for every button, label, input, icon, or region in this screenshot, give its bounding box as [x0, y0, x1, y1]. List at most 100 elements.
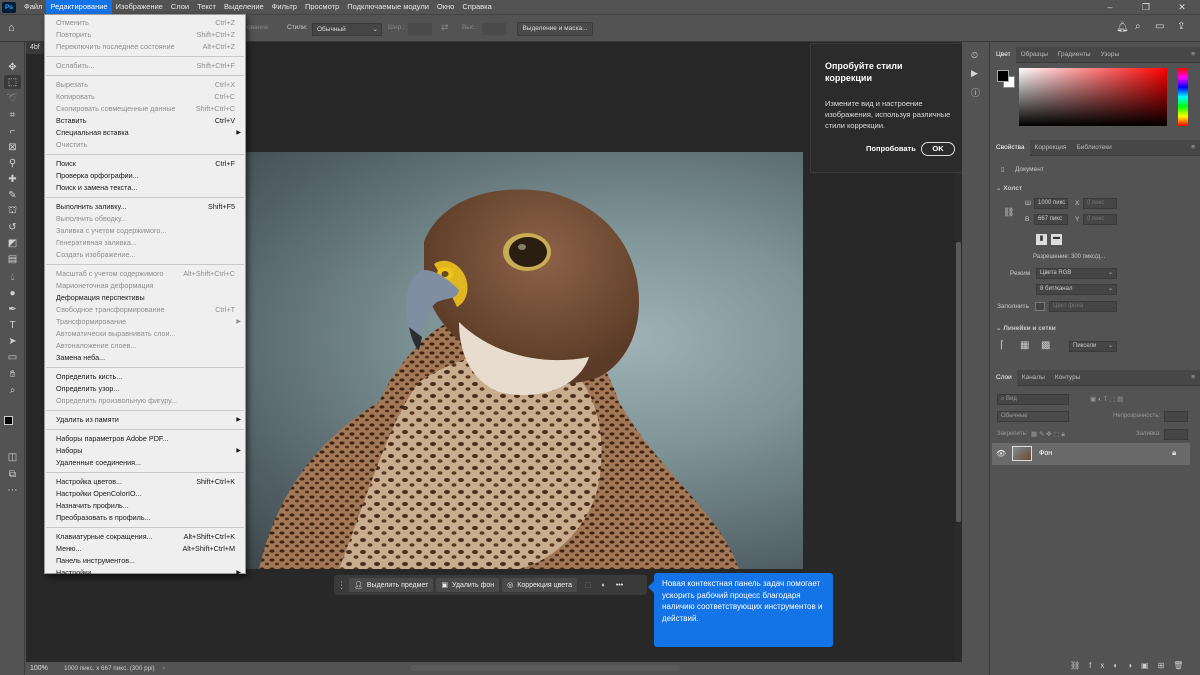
height-input[interactable]: [482, 23, 506, 35]
link-icon[interactable]: ⛓: [1003, 207, 1014, 218]
tab-adjustments[interactable]: Коррекция: [1030, 140, 1072, 156]
eyedropper-icon[interactable]: ⚲: [4, 156, 21, 170]
crop-tool-icon[interactable]: ⌐: [4, 124, 21, 138]
hue-slider[interactable]: [1178, 68, 1188, 126]
remove-background-button[interactable]: ▣ Удалить фон: [436, 578, 500, 592]
minimize-icon[interactable]: –: [1092, 0, 1128, 14]
horizontal-scrollbar[interactable]: [410, 665, 680, 671]
select-and-mask-button[interactable]: Выделение и маска...: [517, 22, 593, 36]
foreground-color-swatch[interactable]: [4, 416, 13, 425]
canvas-x-field[interactable]: 0 пикс: [1083, 198, 1117, 209]
edit-toolbar-icon[interactable]: ⋯: [4, 483, 21, 497]
history-brush-icon[interactable]: ↺: [4, 220, 21, 234]
layer-filter-select[interactable]: ⌕ Вид: [997, 394, 1069, 405]
gradient-tool-icon[interactable]: ▤: [4, 252, 21, 266]
bell-icon[interactable]: 🔔︎: [1116, 22, 1129, 33]
blend-mode-select[interactable]: Обычные: [997, 411, 1069, 422]
edit-menu-item[interactable]: Настройка цветов... Shift+Ctrl+K: [45, 476, 245, 488]
layer-row[interactable]: 👁︎ Фон 🔒︎: [992, 443, 1190, 465]
color-correction-button[interactable]: ◎ Коррекция цвета: [502, 578, 577, 592]
menu-plugins[interactable]: Подключаемые модули: [343, 0, 433, 14]
tab-channels[interactable]: Каналы: [1017, 370, 1050, 386]
actions-panel-icon[interactable]: ▶: [971, 68, 978, 79]
edit-menu-item[interactable]: Удалить из памяти ▶: [45, 414, 245, 426]
canvas-width-field[interactable]: 1000 пикс: [1034, 198, 1068, 209]
menu-type[interactable]: Текст: [193, 0, 220, 14]
edit-menu-item[interactable]: Панель инструментов...: [45, 555, 245, 567]
try-button[interactable]: Попробовать: [866, 144, 916, 153]
close-icon[interactable]: ✕: [1164, 0, 1200, 14]
guides-icon[interactable]: ▩: [1041, 340, 1050, 351]
edit-menu-item[interactable]: Меню... Alt+Shift+Ctrl+M: [45, 543, 245, 555]
clone-stamp-icon[interactable]: ⛫: [4, 204, 21, 218]
status-arrow-icon[interactable]: ›: [163, 665, 165, 672]
quick-mask-icon[interactable]: ◫: [4, 450, 21, 464]
select-subject-button[interactable]: 👤︎ Выделить предмет: [349, 578, 434, 592]
edit-menu-item[interactable]: Наборы параметров Adobe PDF...: [45, 433, 245, 445]
dodge-tool-icon[interactable]: ●: [4, 286, 21, 300]
panel-menu-icon[interactable]: ≡: [1186, 370, 1200, 386]
screen-mode-icon[interactable]: ⧉: [4, 467, 21, 481]
fg-color-swatch[interactable]: [997, 70, 1009, 82]
path-selection-icon[interactable]: ➤: [4, 334, 21, 348]
share-icon[interactable]: ⇪: [1177, 21, 1185, 32]
edit-menu-item[interactable]: Выполнить заливку... Shift+F5: [45, 201, 245, 213]
transform-icon[interactable]: ⬚: [585, 581, 592, 589]
fill-color-swatch[interactable]: [1035, 302, 1045, 311]
edit-menu-item[interactable]: Определить кисть...: [45, 371, 245, 383]
tab-color[interactable]: Цвет: [991, 46, 1016, 63]
filter-icons[interactable]: ▣ ◐ T ⬚ ▤: [1090, 395, 1123, 403]
type-tool-icon[interactable]: T: [4, 318, 21, 332]
menu-view[interactable]: Просмотр: [301, 0, 343, 14]
edit-menu-item[interactable]: Клавиатурные сокращения... Alt+Shift+Ctrl…: [45, 531, 245, 543]
edit-menu-item[interactable]: Настройки ▶: [45, 567, 245, 579]
tab-gradients[interactable]: Градиенты: [1053, 47, 1096, 63]
color-picker-field[interactable]: [1019, 68, 1167, 126]
edit-menu-item[interactable]: Определить узор...: [45, 383, 245, 395]
menu-filter[interactable]: Фильтр: [268, 0, 301, 14]
zoom-level[interactable]: 100%: [30, 665, 56, 672]
edit-menu-item[interactable]: Настройки OpenColorIO...: [45, 488, 245, 500]
lock-icons[interactable]: ▦ ✎ ✥ ⬚ 🔒︎: [1031, 430, 1065, 439]
brush-tool-icon[interactable]: ✎: [4, 188, 21, 202]
marquee-tool-icon[interactable]: ⬚: [4, 75, 21, 89]
tab-libraries[interactable]: Библиотеки: [1072, 140, 1117, 156]
eraser-icon[interactable]: ◩: [4, 236, 21, 250]
frame-tool-icon[interactable]: ⊠: [4, 140, 21, 154]
units-select[interactable]: Пиксели ⌄: [1069, 341, 1117, 352]
tab-properties[interactable]: Свойства: [991, 139, 1030, 156]
edit-menu-item[interactable]: Деформация перспективы: [45, 292, 245, 304]
canvas-height-field[interactable]: 667 пикс: [1034, 214, 1068, 225]
ok-button[interactable]: OK: [921, 142, 955, 156]
panel-menu-icon[interactable]: ≡: [1186, 140, 1200, 156]
eye-icon[interactable]: 👁︎: [996, 449, 1006, 458]
tab-swatches[interactable]: Образцы: [1016, 47, 1053, 63]
healing-brush-icon[interactable]: ✚: [4, 172, 21, 186]
canvas-y-field[interactable]: 0 пикс: [1083, 214, 1117, 225]
width-input[interactable]: [408, 23, 432, 35]
zoom-tool-icon[interactable]: ⌕: [4, 383, 21, 397]
edit-menu-item[interactable]: Проверка орфографии...: [45, 170, 245, 182]
edit-menu-item[interactable]: Вставить Ctrl+V: [45, 115, 245, 127]
edit-menu-item[interactable]: Поиск Ctrl+F: [45, 158, 245, 170]
info-panel-icon[interactable]: ⓘ: [971, 86, 980, 99]
drag-handle-icon[interactable]: ⋮: [337, 580, 346, 591]
lasso-tool-icon[interactable]: ➰: [4, 91, 21, 105]
menu-select[interactable]: Выделение: [220, 0, 268, 14]
edit-menu-item[interactable]: Замена неба...: [45, 352, 245, 364]
blur-tool-icon[interactable]: 💧︎: [4, 270, 21, 284]
search-icon[interactable]: ⌕: [1135, 21, 1141, 32]
bit-depth-select[interactable]: 8 бит/канал ⌄: [1036, 284, 1117, 295]
edit-menu-item[interactable]: Удаленные соединения...: [45, 457, 245, 469]
mode-select[interactable]: Цвета RGB ⌄: [1036, 268, 1117, 279]
edit-menu-item[interactable]: Преобразовать в профиль...: [45, 512, 245, 524]
hand-tool-icon[interactable]: ✋︎: [4, 367, 21, 381]
canvas-section[interactable]: ⌄ Холст: [996, 184, 1022, 192]
landscape-orientation-icon[interactable]: ▬: [1051, 234, 1062, 245]
menu-window[interactable]: Окно: [433, 0, 458, 14]
tab-paths[interactable]: Контуры: [1050, 370, 1086, 386]
tab-patterns[interactable]: Узоры: [1096, 47, 1125, 63]
menu-image[interactable]: Изображение: [112, 0, 167, 14]
object-selection-icon[interactable]: ⌗: [4, 108, 21, 122]
edit-menu-item[interactable]: Назначить профиль...: [45, 500, 245, 512]
